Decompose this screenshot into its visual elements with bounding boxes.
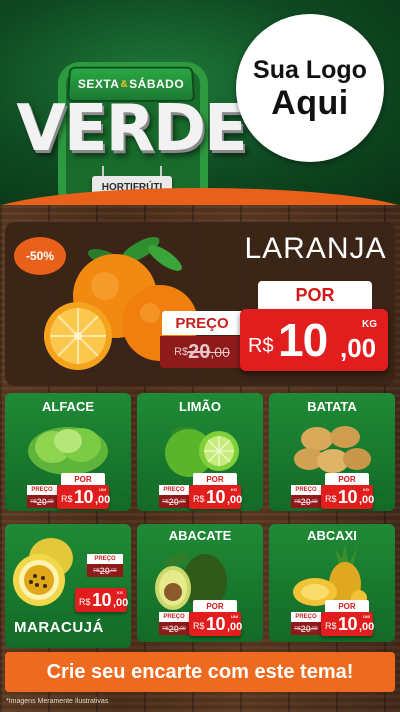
old-price: R$ 20,00 xyxy=(27,495,57,508)
product-card-limao[interactable]: LIMÃO POR PREÇO R$ 20,00 R$ 10,00 KG xyxy=(137,393,263,511)
product-name: ABCAXI xyxy=(307,528,357,543)
unit: UNI xyxy=(363,614,370,619)
old-price: R$ 20,00 xyxy=(159,622,189,635)
new-cents: ,00 xyxy=(359,621,375,633)
new-cents: ,00 xyxy=(227,494,243,506)
featured-old-price: R$ 20,00 xyxy=(160,336,244,368)
new-int: 10 xyxy=(338,487,358,507)
featured-old-cents: ,00 xyxy=(210,344,230,360)
preco-label: PREÇO xyxy=(27,485,57,495)
old-cents: ,00 xyxy=(310,625,318,632)
old-int: 20 xyxy=(300,496,311,507)
new-price: R$ 10,00 KG xyxy=(189,485,243,509)
days-tag-right: SÁBADO xyxy=(129,77,185,91)
lime-image xyxy=(165,427,239,477)
featured-product-name: LARANJA xyxy=(244,232,387,265)
currency: R$ xyxy=(325,621,337,631)
discount-badge: -50% xyxy=(14,237,66,275)
new-int: 10 xyxy=(74,487,94,507)
preco-label: PREÇO xyxy=(291,485,321,495)
featured-preco-label: PREÇO xyxy=(162,311,242,335)
product-name: BATATA xyxy=(307,399,357,414)
logo-line-1: Sua Logo xyxy=(253,56,367,84)
old-int: 20 xyxy=(36,496,47,507)
days-tag-left: SEXTA xyxy=(77,77,120,91)
por-label: POR xyxy=(325,600,369,612)
old-price: R$ 20,00 xyxy=(291,495,321,508)
featured-old-currency: R$ xyxy=(174,346,189,358)
por-label: POR xyxy=(193,473,237,485)
new-cents: ,00 xyxy=(113,597,129,609)
preco-label: PREÇO xyxy=(159,485,189,495)
old-cents: ,00 xyxy=(109,567,117,574)
old-int: 20 xyxy=(300,623,311,634)
lettuce-image xyxy=(28,427,108,475)
new-price: R$ 10,00 KG xyxy=(75,588,129,612)
por-label: POR xyxy=(325,473,369,485)
old-price: R$ 20,00 xyxy=(159,495,189,508)
logo-line-2: Aqui xyxy=(271,84,349,122)
featured-unit: KG xyxy=(362,319,377,330)
unit: KG xyxy=(363,487,369,492)
preco-label: PREÇO xyxy=(291,612,321,622)
currency: R$ xyxy=(325,494,337,504)
disclaimer-text: *Imagens Meramente Ilustrativas xyxy=(6,698,109,705)
old-int: 20 xyxy=(168,623,179,634)
product-name: LIMÃO xyxy=(179,399,221,414)
product-card-alface[interactable]: ALFACE POR PREÇO R$ 20,00 R$ 10,00 UNI xyxy=(5,393,131,511)
logo-placeholder[interactable]: Sua Logo Aqui xyxy=(236,14,384,162)
new-cents: ,00 xyxy=(359,494,375,506)
por-label: POR xyxy=(193,600,237,612)
old-cents: ,00 xyxy=(310,498,318,505)
headline-title: VERDE xyxy=(16,92,247,166)
featured-currency: R$ xyxy=(248,335,274,357)
new-int: 10 xyxy=(338,614,358,634)
old-price: R$ 20,00 xyxy=(291,622,321,635)
preco-label: PREÇO xyxy=(159,612,189,622)
unit: UNI xyxy=(99,487,106,492)
new-int: 10 xyxy=(206,487,226,507)
currency: R$ xyxy=(193,621,205,631)
featured-new-int: 10 xyxy=(278,314,328,366)
product-card-batata[interactable]: BATATA POR PREÇO R$ 20,00 R$ 10,00 KG xyxy=(269,393,395,511)
new-price: R$ 10,00 UNI xyxy=(189,612,243,636)
product-name: ABACATE xyxy=(168,528,232,543)
new-price: R$ 10,00 KG xyxy=(321,485,375,509)
old-int: 20 xyxy=(168,496,179,507)
old-cents: ,00 xyxy=(178,498,186,505)
featured-new-price: R$ 10 ,00 KG xyxy=(240,309,388,371)
unit: KG xyxy=(117,590,123,595)
old-cents: ,00 xyxy=(178,625,186,632)
por-label: POR xyxy=(61,473,105,485)
product-name-maracuja: MARACUJÁ xyxy=(14,619,104,636)
old-int: 20 xyxy=(99,565,110,576)
currency: R$ xyxy=(61,494,73,504)
new-cents: ,00 xyxy=(227,621,243,633)
unit: KG xyxy=(231,487,237,492)
unit: UNI xyxy=(231,614,238,619)
days-tag-amp: & xyxy=(120,78,129,90)
currency: R$ xyxy=(79,597,91,607)
new-price: R$ 10,00 UNI xyxy=(57,485,111,509)
new-int: 10 xyxy=(92,590,112,610)
old-price: R$ 20,00 xyxy=(87,564,123,577)
cta-banner[interactable]: Crie seu encarte com este tema! xyxy=(5,652,395,692)
product-card-abacate[interactable]: ABACATE POR PREÇO R$ 20,00 R$ 10,00 UNI xyxy=(137,524,263,642)
product-card-abacaxi[interactable]: ABCAXI POR PREÇO R$ 20,00 R$ 10,00 UNI xyxy=(269,524,395,642)
product-name: ALFACE xyxy=(42,399,94,414)
featured-old-int: 20 xyxy=(188,340,211,363)
preco-label: PREÇO xyxy=(87,554,123,564)
featured-por-label: POR xyxy=(258,281,372,309)
header-banner: SEXTA & SÁBADO VERDE HORTIFRÚTI Sua Logo A… xyxy=(0,0,400,205)
old-cents: ,00 xyxy=(46,498,54,505)
new-price: R$ 10,00 UNI xyxy=(321,612,375,636)
currency: R$ xyxy=(193,494,205,504)
new-int: 10 xyxy=(206,614,226,634)
potato-image xyxy=(294,426,371,473)
new-cents: ,00 xyxy=(95,494,111,506)
featured-new-cents: ,00 xyxy=(340,333,377,363)
